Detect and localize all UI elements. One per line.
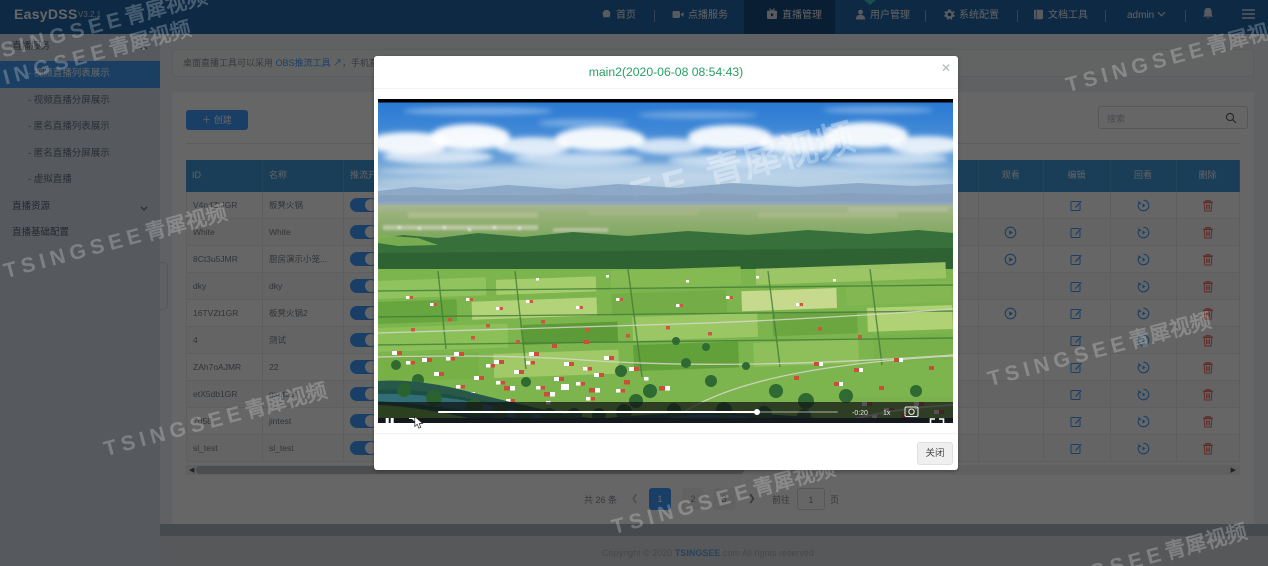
svg-text:1x: 1x (883, 410, 891, 417)
svg-text:-0:20: -0:20 (852, 410, 868, 417)
